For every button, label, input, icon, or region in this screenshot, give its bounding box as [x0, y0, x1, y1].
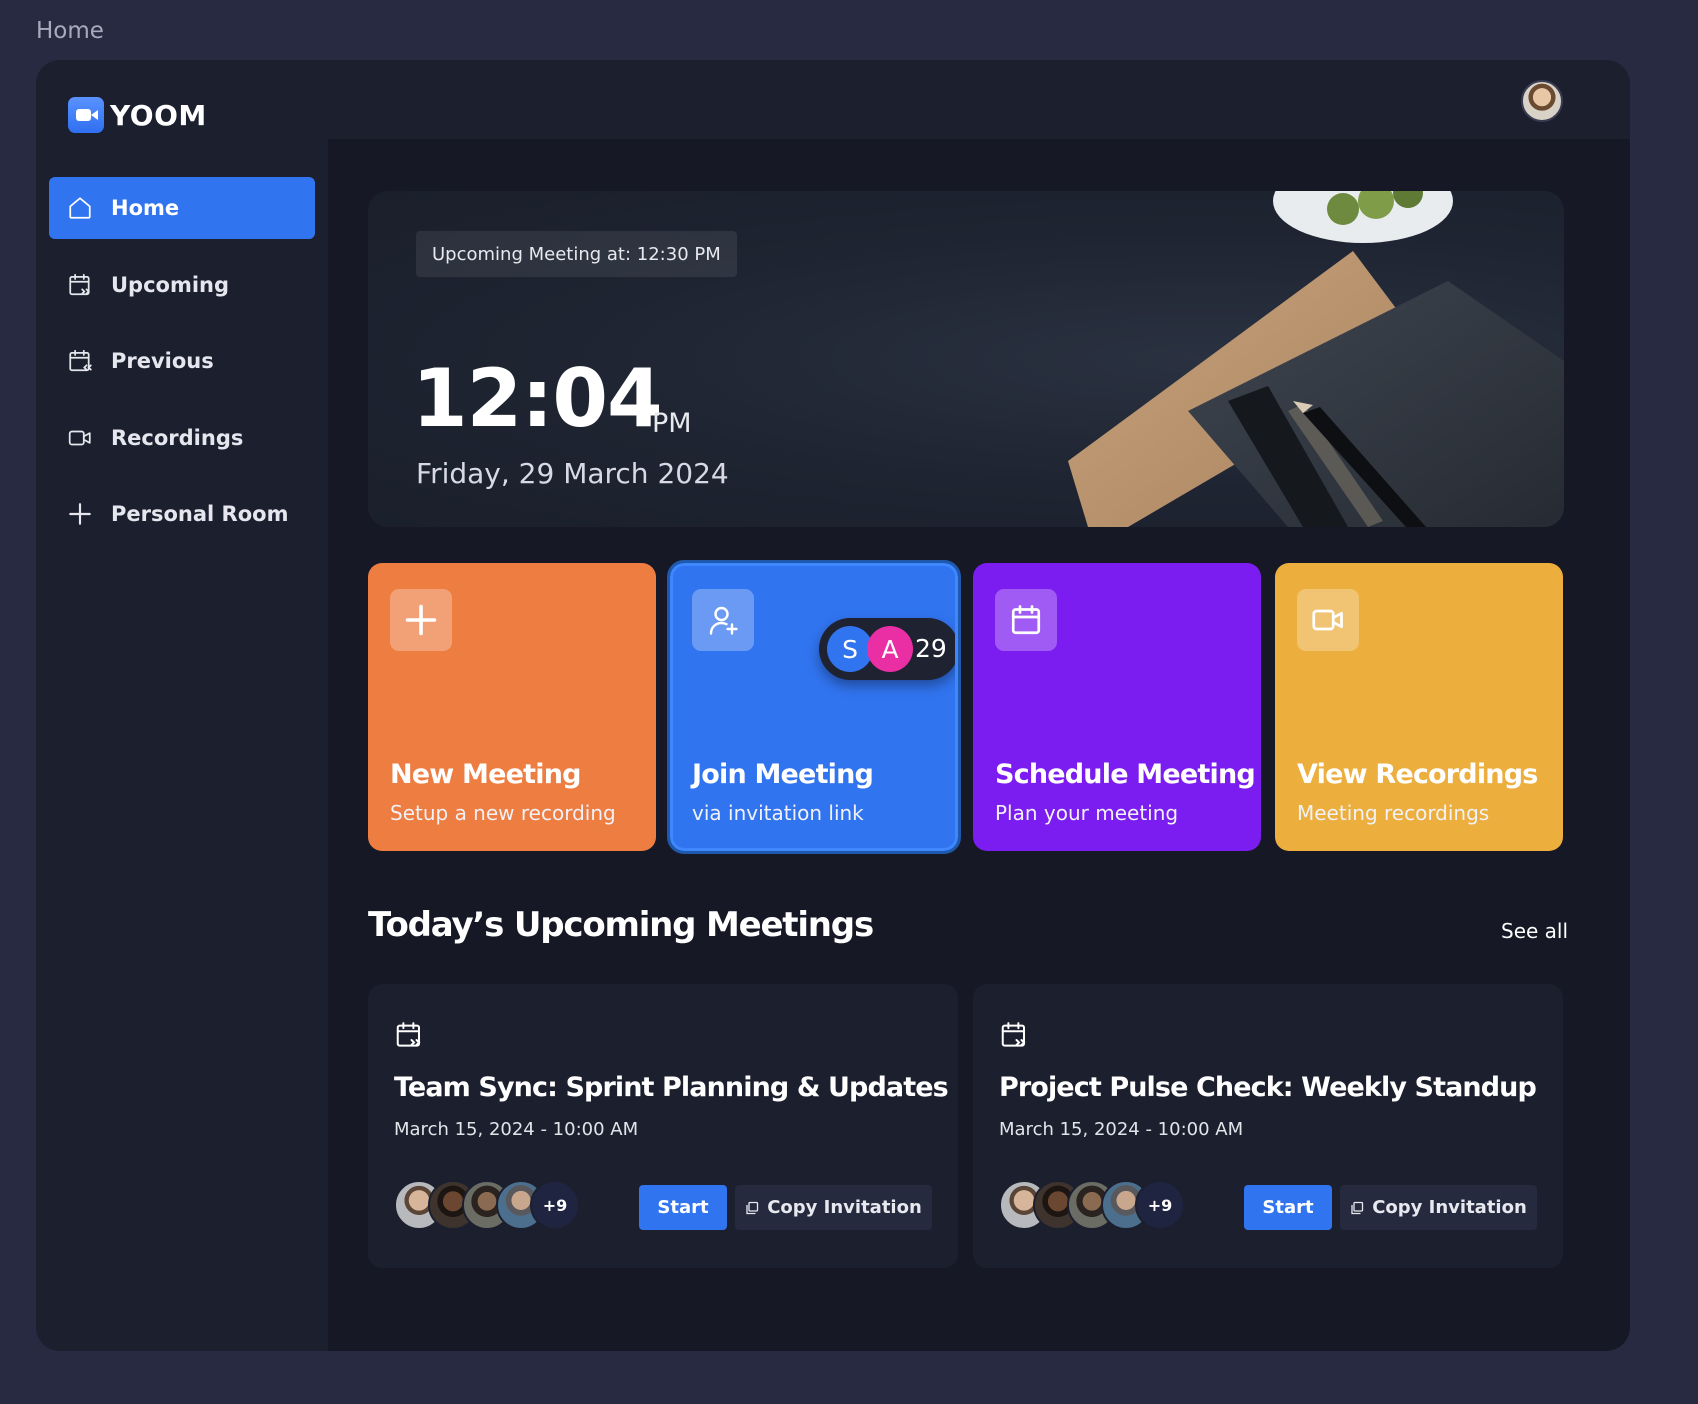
current-date: Friday, 29 March 2024: [416, 457, 729, 490]
calendar-previous-icon: [69, 349, 92, 372]
user-avatar[interactable]: [1521, 80, 1563, 122]
hero-banner: Upcoming Meeting at: 12:30 PM 12:04 PM F…: [368, 191, 1564, 527]
new-meeting-card[interactable]: New Meeting Setup a new recording: [368, 563, 656, 851]
sidebar-item-label: Home: [111, 196, 180, 220]
card-subtitle: Setup a new recording: [390, 801, 616, 825]
attendee-avatars: +9: [394, 1180, 584, 1232]
meeting-date: March 15, 2024 - 10:00 AM: [394, 1119, 639, 1140]
card-subtitle: Plan your meeting: [995, 801, 1179, 825]
see-all-link[interactable]: See all: [1501, 919, 1568, 943]
calendar-icon: [995, 589, 1057, 651]
logo-icon: [68, 97, 104, 133]
plus-icon: [390, 589, 452, 651]
schedule-meeting-card[interactable]: Schedule Meeting Plan your meeting: [973, 563, 1261, 851]
current-time: 12:04: [412, 352, 663, 445]
copy-icon: [1351, 1201, 1364, 1214]
main-content: Upcoming Meeting at: 12:30 PM 12:04 PM F…: [328, 139, 1630, 1351]
sidebar-item-recordings[interactable]: Recordings: [49, 407, 315, 469]
sidebar-item-previous[interactable]: Previous: [49, 330, 315, 392]
app-window: YOOM Home Upcoming Previous Recordings P…: [36, 60, 1630, 1351]
home-icon: [69, 197, 91, 219]
meeting-card: Team Sync: Sprint Planning & Updates Mar…: [368, 984, 958, 1268]
video-icon: [68, 430, 91, 446]
meeting-card: Project Pulse Check: Weekly Standup Marc…: [973, 984, 1563, 1268]
meeting-date: March 15, 2024 - 10:00 AM: [999, 1119, 1244, 1140]
sidebar-item-label: Personal Room: [111, 502, 289, 526]
card-title: New Meeting: [390, 759, 581, 790]
attendee-avatars: +9: [999, 1180, 1189, 1232]
card-subtitle: Meeting recordings: [1297, 801, 1490, 825]
sidebar: Home Upcoming Previous Recordings Person…: [36, 139, 328, 1351]
card-title: View Recordings: [1297, 759, 1538, 790]
copy-invitation-label: Copy Invitation: [1372, 1197, 1527, 1218]
top-navbar: YOOM: [36, 60, 1630, 139]
more-attendees-badge: +9: [530, 1180, 580, 1230]
page-label: Home: [36, 18, 104, 44]
copy-invitation-label: Copy Invitation: [767, 1197, 922, 1218]
upcoming-meeting-badge: Upcoming Meeting at: 12:30 PM: [416, 231, 737, 277]
participants-pill: S A 29: [819, 618, 955, 680]
sidebar-item-personal-room[interactable]: Personal Room: [49, 483, 315, 545]
sidebar-item-home[interactable]: Home: [49, 177, 315, 239]
card-title: Join Meeting: [692, 759, 874, 790]
start-button[interactable]: Start: [639, 1185, 727, 1230]
participant-count: 29: [915, 634, 947, 663]
section-title: Today’s Upcoming Meetings: [368, 905, 874, 945]
video-icon: [1297, 589, 1359, 651]
copy-invitation-button[interactable]: Copy Invitation: [1340, 1185, 1537, 1230]
user-plus-icon: [692, 589, 754, 651]
action-cards: New Meeting Setup a new recording S A 29…: [368, 560, 1564, 854]
calendar-upcoming-icon: [396, 1022, 421, 1047]
join-meeting-card[interactable]: S A 29 Join Meeting via invitation link: [667, 560, 961, 854]
logo[interactable]: YOOM: [68, 97, 207, 133]
copy-icon: [746, 1201, 759, 1214]
time-period: PM: [652, 408, 692, 439]
view-recordings-card[interactable]: View Recordings Meeting recordings: [1275, 563, 1563, 851]
copy-invitation-button[interactable]: Copy Invitation: [735, 1185, 932, 1230]
plus-icon: [69, 503, 91, 525]
sidebar-item-label: Recordings: [111, 426, 244, 450]
sidebar-item-label: Upcoming: [111, 273, 230, 297]
card-title: Schedule Meeting: [995, 759, 1256, 790]
sidebar-item-label: Previous: [111, 349, 214, 373]
more-attendees-badge: +9: [1135, 1180, 1185, 1230]
meeting-title: Team Sync: Sprint Planning & Updates: [394, 1072, 949, 1103]
start-button[interactable]: Start: [1244, 1185, 1332, 1230]
sidebar-item-upcoming[interactable]: Upcoming: [49, 254, 315, 316]
card-subtitle: via invitation link: [692, 801, 864, 825]
participant-avatar: A: [867, 626, 913, 672]
calendar-upcoming-icon: [1001, 1022, 1026, 1047]
meeting-title: Project Pulse Check: Weekly Standup: [999, 1072, 1537, 1103]
app-name: YOOM: [110, 98, 207, 132]
calendar-upcoming-icon: [69, 273, 90, 296]
